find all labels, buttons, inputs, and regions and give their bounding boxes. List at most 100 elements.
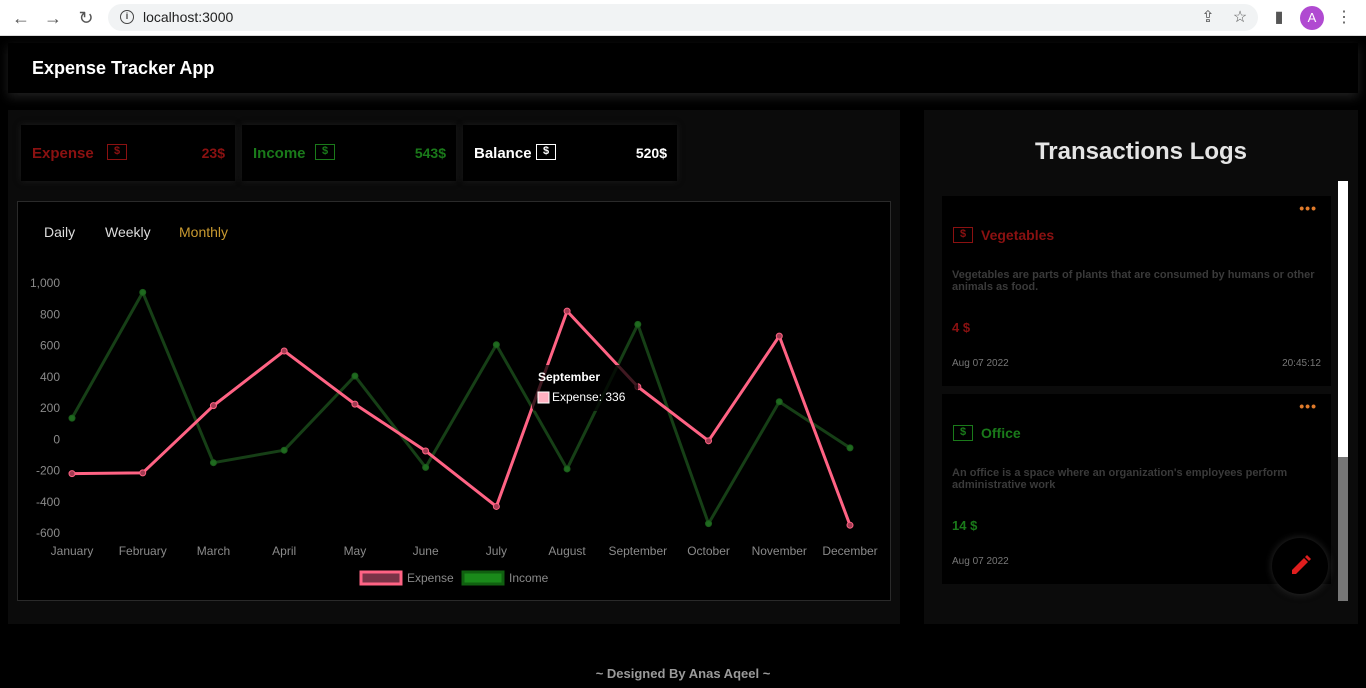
x-tick-label: May xyxy=(344,544,367,558)
x-tick-label: November xyxy=(752,544,807,558)
y-tick-label: 1,000 xyxy=(30,276,60,290)
y-tick-label: 600 xyxy=(40,339,60,353)
data-point-expense[interactable] xyxy=(351,400,359,408)
legend-swatch-expense[interactable] xyxy=(359,570,403,586)
card-menu-icon[interactable]: ••• xyxy=(1299,398,1317,414)
transaction-date: Aug 07 2022 xyxy=(952,358,1009,369)
expense-label: Expense xyxy=(32,145,94,162)
legend-label-expense[interactable]: Expense xyxy=(407,571,454,585)
logs-list[interactable]: ••• $ Vegetables Vegetables are parts of… xyxy=(934,180,1348,600)
income-value: 543$ xyxy=(414,145,446,161)
bookmark-star-icon[interactable]: ☆ xyxy=(1229,7,1251,29)
x-tick-label: February xyxy=(119,544,167,558)
dollar-icon: $ xyxy=(536,144,556,160)
x-tick-label: October xyxy=(687,544,730,558)
back-icon[interactable]: ← xyxy=(10,7,32,29)
data-point-income[interactable] xyxy=(351,372,359,380)
series-line-expense xyxy=(71,309,852,526)
edit-fab-button[interactable] xyxy=(1272,538,1328,594)
site-info-icon[interactable]: i xyxy=(120,10,134,24)
footer: ~ Designed By Anas Aqeel ~ xyxy=(0,656,1366,688)
y-tick-label: -400 xyxy=(36,495,60,509)
tooltip-label: Expense: 336 xyxy=(552,390,626,404)
tooltip-title: September xyxy=(538,370,600,384)
data-point-income[interactable] xyxy=(563,465,571,473)
balance-card: Balance $ 520$ xyxy=(463,125,677,181)
data-point-income[interactable] xyxy=(68,414,76,422)
y-tick-label: 800 xyxy=(40,307,60,321)
legend-label-income[interactable]: Income xyxy=(509,571,549,585)
data-point-income[interactable] xyxy=(846,444,854,452)
expense-value: 23$ xyxy=(201,145,225,161)
dollar-icon: $ xyxy=(953,425,973,441)
x-tick-label: July xyxy=(486,544,507,558)
dashboard-panel: Expense $ 23$ Income $ 543$ Balance $ 52… xyxy=(8,110,900,624)
card-menu-icon[interactable]: ••• xyxy=(1299,200,1317,216)
x-tick-label: March xyxy=(197,544,230,558)
data-point-expense[interactable] xyxy=(705,437,713,445)
data-point-expense[interactable] xyxy=(775,332,783,340)
data-point-income[interactable] xyxy=(492,341,500,349)
transaction-amount: 4 $ xyxy=(952,320,971,335)
y-tick-label: 0 xyxy=(53,432,60,446)
dollar-icon: $ xyxy=(315,144,335,160)
transaction-time: 20:45:12 xyxy=(1282,358,1321,369)
data-point-income[interactable] xyxy=(209,459,217,467)
footer-text: ~ Designed By Anas Aqeel ~ xyxy=(595,666,771,681)
data-point-expense[interactable] xyxy=(280,347,288,355)
transaction-date: Aug 07 2022 xyxy=(952,556,1009,567)
legend-swatch-income[interactable] xyxy=(461,570,505,586)
scrollbar-thumb[interactable] xyxy=(1338,457,1348,601)
data-point-expense[interactable] xyxy=(422,447,430,455)
data-point-income[interactable] xyxy=(422,463,430,471)
data-point-expense[interactable] xyxy=(209,402,217,410)
transaction-description: An office is a space where an organizati… xyxy=(952,467,1288,491)
y-tick-label: 400 xyxy=(40,370,60,384)
x-tick-label: September xyxy=(608,544,667,558)
reload-icon[interactable]: ↻ xyxy=(75,7,97,29)
data-point-expense[interactable] xyxy=(563,307,571,315)
forward-icon[interactable]: → xyxy=(42,7,64,29)
data-point-expense[interactable] xyxy=(492,502,500,510)
x-tick-label: August xyxy=(548,544,586,558)
y-tick-label: -200 xyxy=(36,464,60,478)
dollar-icon: $ xyxy=(107,144,127,160)
x-tick-label: June xyxy=(413,544,439,558)
x-tick-label: December xyxy=(822,544,877,558)
data-point-income[interactable] xyxy=(775,398,783,406)
y-tick-label: 200 xyxy=(40,401,60,415)
transaction-description: Vegetables are parts of plants that are … xyxy=(952,269,1315,293)
more-menu-icon[interactable]: ⋮ xyxy=(1333,7,1355,29)
url-text: localhost:3000 xyxy=(143,9,234,25)
data-point-income[interactable] xyxy=(280,446,288,454)
data-point-income[interactable] xyxy=(139,288,147,296)
data-point-income[interactable] xyxy=(705,520,713,528)
income-label: Income xyxy=(253,145,306,162)
app-title: Expense Tracker App xyxy=(32,58,215,78)
transaction-title: Vegetables xyxy=(981,227,1055,243)
expense-card: Expense $ 23$ xyxy=(21,125,235,181)
series-line-income xyxy=(70,290,851,526)
profile-avatar[interactable]: A xyxy=(1300,6,1324,30)
transaction-title: Office xyxy=(981,425,1021,441)
income-card: Income $ 543$ xyxy=(242,125,456,181)
x-tick-label: April xyxy=(272,544,296,558)
data-point-expense[interactable] xyxy=(139,469,147,477)
data-point-income[interactable] xyxy=(634,320,642,328)
share-icon[interactable]: ⇪ xyxy=(1197,7,1219,29)
tooltip-swatch xyxy=(537,391,550,404)
balance-label: Balance xyxy=(474,145,532,162)
app-header: Expense Tracker App xyxy=(8,43,1358,93)
data-point-expense[interactable] xyxy=(68,470,76,478)
x-tick-label: January xyxy=(51,544,94,558)
chart-container: Daily Weekly Monthly 1,000 800 600 400 200 0-… xyxy=(17,201,891,601)
side-panel-icon[interactable]: ▮ xyxy=(1268,7,1290,29)
address-bar[interactable]: i localhost:3000 xyxy=(108,4,1258,31)
data-point-expense[interactable] xyxy=(846,521,854,529)
browser-toolbar: ← → ↻ i localhost:3000 ⇪ ☆ ▮ A ⋮ xyxy=(0,0,1366,36)
transaction-amount: 14 $ xyxy=(952,518,978,533)
balance-value: 520$ xyxy=(635,145,667,161)
line-chart[interactable]: 1,000 800 600 400 200 0 -200 -400 -600 January Feb… xyxy=(18,202,890,600)
y-tick-label: -600 xyxy=(36,526,60,540)
logs-title: Transactions Logs xyxy=(1034,138,1248,165)
